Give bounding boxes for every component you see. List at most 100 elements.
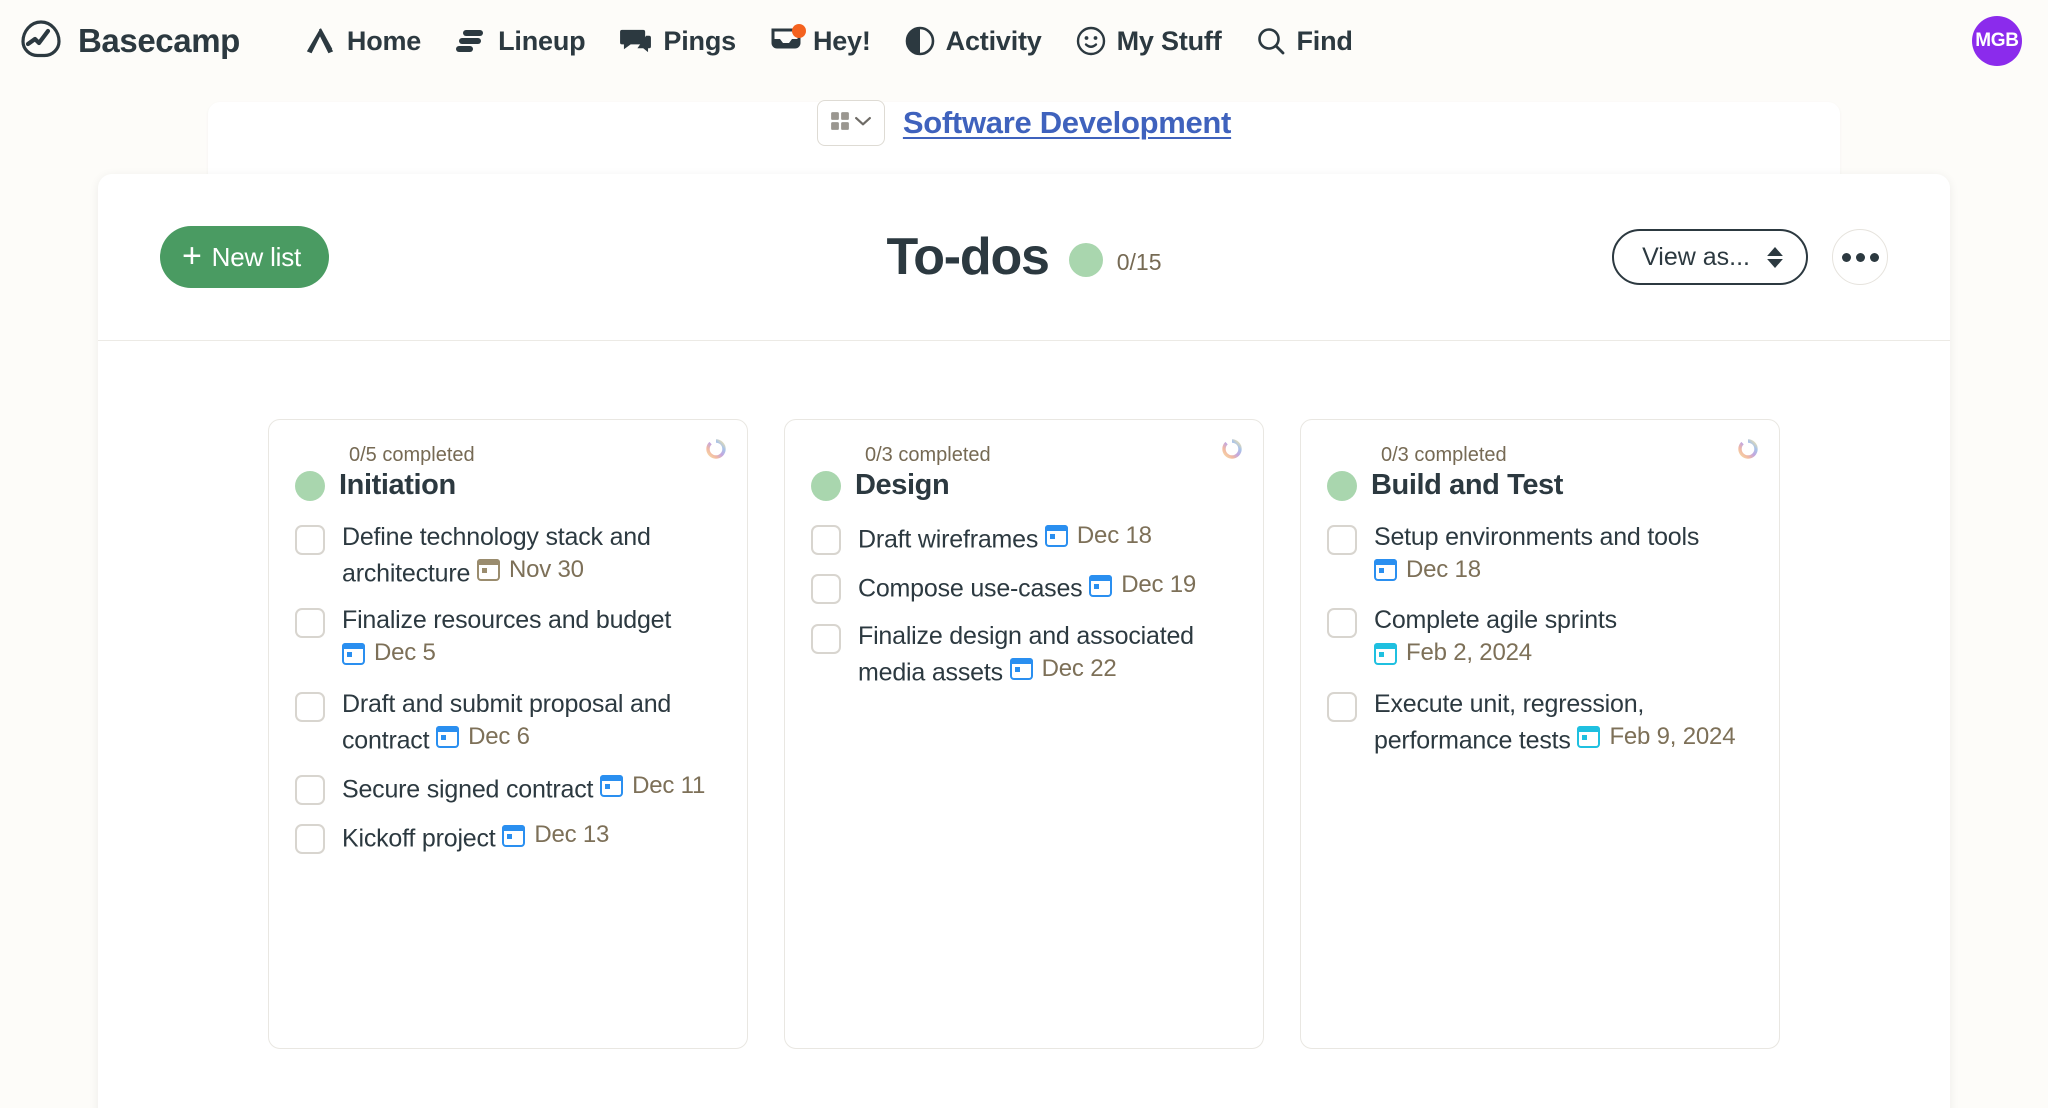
todo-checkbox[interactable] [1327,691,1357,722]
nav-item-activity-label: Activity [945,25,1042,56]
todo-item[interactable]: Compose use-cases Dec 19 [811,569,1237,605]
todo-text-wrap: Finalize design and associated media ass… [858,619,1237,689]
todo-checkbox[interactable] [1327,608,1357,639]
list-completion-meta: 0/3 completed [865,444,991,466]
todo-due-date-label: Dec 5 [374,639,436,667]
todo-item[interactable]: Draft wireframes Dec 18 [811,520,1237,556]
nav-item-pings-label: Pings [663,25,736,56]
brand-home-link[interactable]: Basecamp [18,18,240,64]
nav-item-my-stuff-label: My Stuff [1116,25,1222,56]
todo-item[interactable]: Setup environments and tools Dec 18 [1327,520,1753,590]
calendar-icon [342,642,365,665]
todo-title: Draft wireframes [858,525,1039,554]
nav-item-my-stuff[interactable]: My Stuff [1076,26,1222,57]
more-options-button[interactable] [1832,229,1888,285]
new-list-button-label: New list [211,241,302,272]
todo-title: Setup environments and tools [1374,523,1700,551]
todo-item[interactable]: Define technology stack and architecture… [295,520,721,590]
todo-title: Compose use-cases [858,574,1083,603]
plus-icon: + [182,237,202,275]
todo-checkbox[interactable] [1327,525,1357,555]
list-title: Design [855,469,950,501]
nav-item-pings[interactable]: Pings [619,26,736,57]
nav-item-lineup[interactable]: Lineup [455,26,586,57]
todo-text-wrap: Compose use-cases Dec 19 [858,569,1196,605]
list-title-row[interactable]: Build and Test [1327,469,1753,502]
todo-due-date[interactable]: Dec 18 [1044,520,1152,553]
todo-item[interactable]: Finalize design and associated media ass… [811,619,1237,689]
todo-checkbox[interactable] [295,774,325,805]
todo-due-date[interactable]: Dec 18 [1374,554,1481,587]
todo-checkbox[interactable] [295,824,325,855]
project-switcher-button[interactable] [816,100,885,146]
nav-items: Home Lineup Pings Hey! Activity My Stuff… [304,24,1353,57]
grid-icon [830,111,850,136]
todo-checkbox[interactable] [295,525,325,555]
todo-item[interactable]: Draft and submit proposal and contract D… [295,687,721,757]
todo-due-date[interactable]: Dec 5 [342,637,436,670]
calendar-icon [1044,525,1068,548]
page-title: To-dos [886,228,1050,286]
todo-checkbox[interactable] [811,623,841,654]
page-stage: Software Development + New list To-dos 0… [0,82,2048,1108]
avatar[interactable]: MGB [1972,16,2022,66]
calendar-icon [1009,657,1033,680]
todo-item[interactable]: Secure signed contract Dec 11 [295,770,721,806]
todo-text-wrap: Draft and submit proposal and contract D… [342,687,721,757]
todo-due-date[interactable]: Dec 13 [502,819,609,852]
todo-item[interactable]: Execute unit, regression, performance te… [1327,687,1753,757]
list-title: Initiation [339,469,456,501]
todo-due-date[interactable]: Dec 11 [600,770,705,803]
pie-icon [905,26,935,56]
basecamp-logo-icon [18,18,64,64]
header-actions: View as... [1612,229,1888,285]
list-title-row[interactable]: Design [811,469,1237,502]
view-as-button[interactable]: View as... [1612,229,1808,285]
inbox-icon [770,24,806,55]
tent-icon [304,26,336,56]
todo-checkbox[interactable] [295,608,325,639]
calendar-icon [476,559,500,582]
todo-due-date[interactable]: Dec 6 [436,721,530,754]
ellipsis-icon [1869,252,1879,262]
todo-list-card: 0/3 completed Build and Test Setup envir… [1300,419,1780,1049]
nav-item-home-label: Home [346,25,422,56]
todo-text-wrap: Complete agile sprints Feb 2, 2024 [1374,603,1753,673]
todo-due-date-label: Dec 13 [534,821,610,849]
todo-list-card: 0/3 completed Design Draft wireframes De… [784,419,1264,1049]
ellipsis-icon [1855,252,1865,262]
nav-item-home[interactable]: Home [304,26,421,57]
chat-icon [619,28,652,55]
new-list-button[interactable]: + New list [160,226,330,288]
calendar-icon [1374,642,1397,665]
calendar-icon [1374,559,1397,582]
todo-due-date[interactable]: Dec 22 [1009,653,1117,686]
todo-checkbox[interactable] [811,525,841,555]
list-progress-ring-icon [1221,438,1243,460]
list-completion-meta: 0/5 completed [349,444,475,466]
nav-item-hey[interactable]: Hey! [770,24,871,57]
breadcrumb: Software Development [0,100,2048,146]
project-name-link[interactable]: Software Development [903,105,1232,141]
todo-checkbox[interactable] [295,691,325,722]
calendar-icon [502,824,526,847]
todo-due-date-label: Dec 11 [632,771,706,799]
todo-item[interactable]: Complete agile sprints Feb 2, 2024 [1327,603,1753,673]
list-progress-ring-icon [705,438,727,460]
nav-item-activity[interactable]: Activity [905,26,1042,57]
todo-due-date[interactable]: Feb 2, 2024 [1374,637,1532,670]
todo-due-date[interactable]: Dec 19 [1089,569,1196,602]
todo-title: Complete agile sprints [1374,606,1617,635]
todo-text-wrap: Kickoff project Dec 13 [342,819,609,855]
list-progress-ring-icon [1737,438,1759,460]
todo-checkbox[interactable] [811,574,841,605]
list-title-row[interactable]: Initiation [295,469,721,502]
todo-item[interactable]: Finalize resources and budget Dec 5 [295,603,721,673]
todo-due-date[interactable]: Nov 30 [476,554,584,587]
todos-status-dot [1068,243,1103,277]
nav-item-find[interactable]: Find [1256,26,1353,57]
avatar-initials: MGB [1975,30,2019,51]
todo-due-date[interactable]: Feb 9, 2024 [1577,721,1736,754]
todo-item[interactable]: Kickoff project Dec 13 [295,819,721,855]
view-as-label: View as... [1642,242,1750,271]
